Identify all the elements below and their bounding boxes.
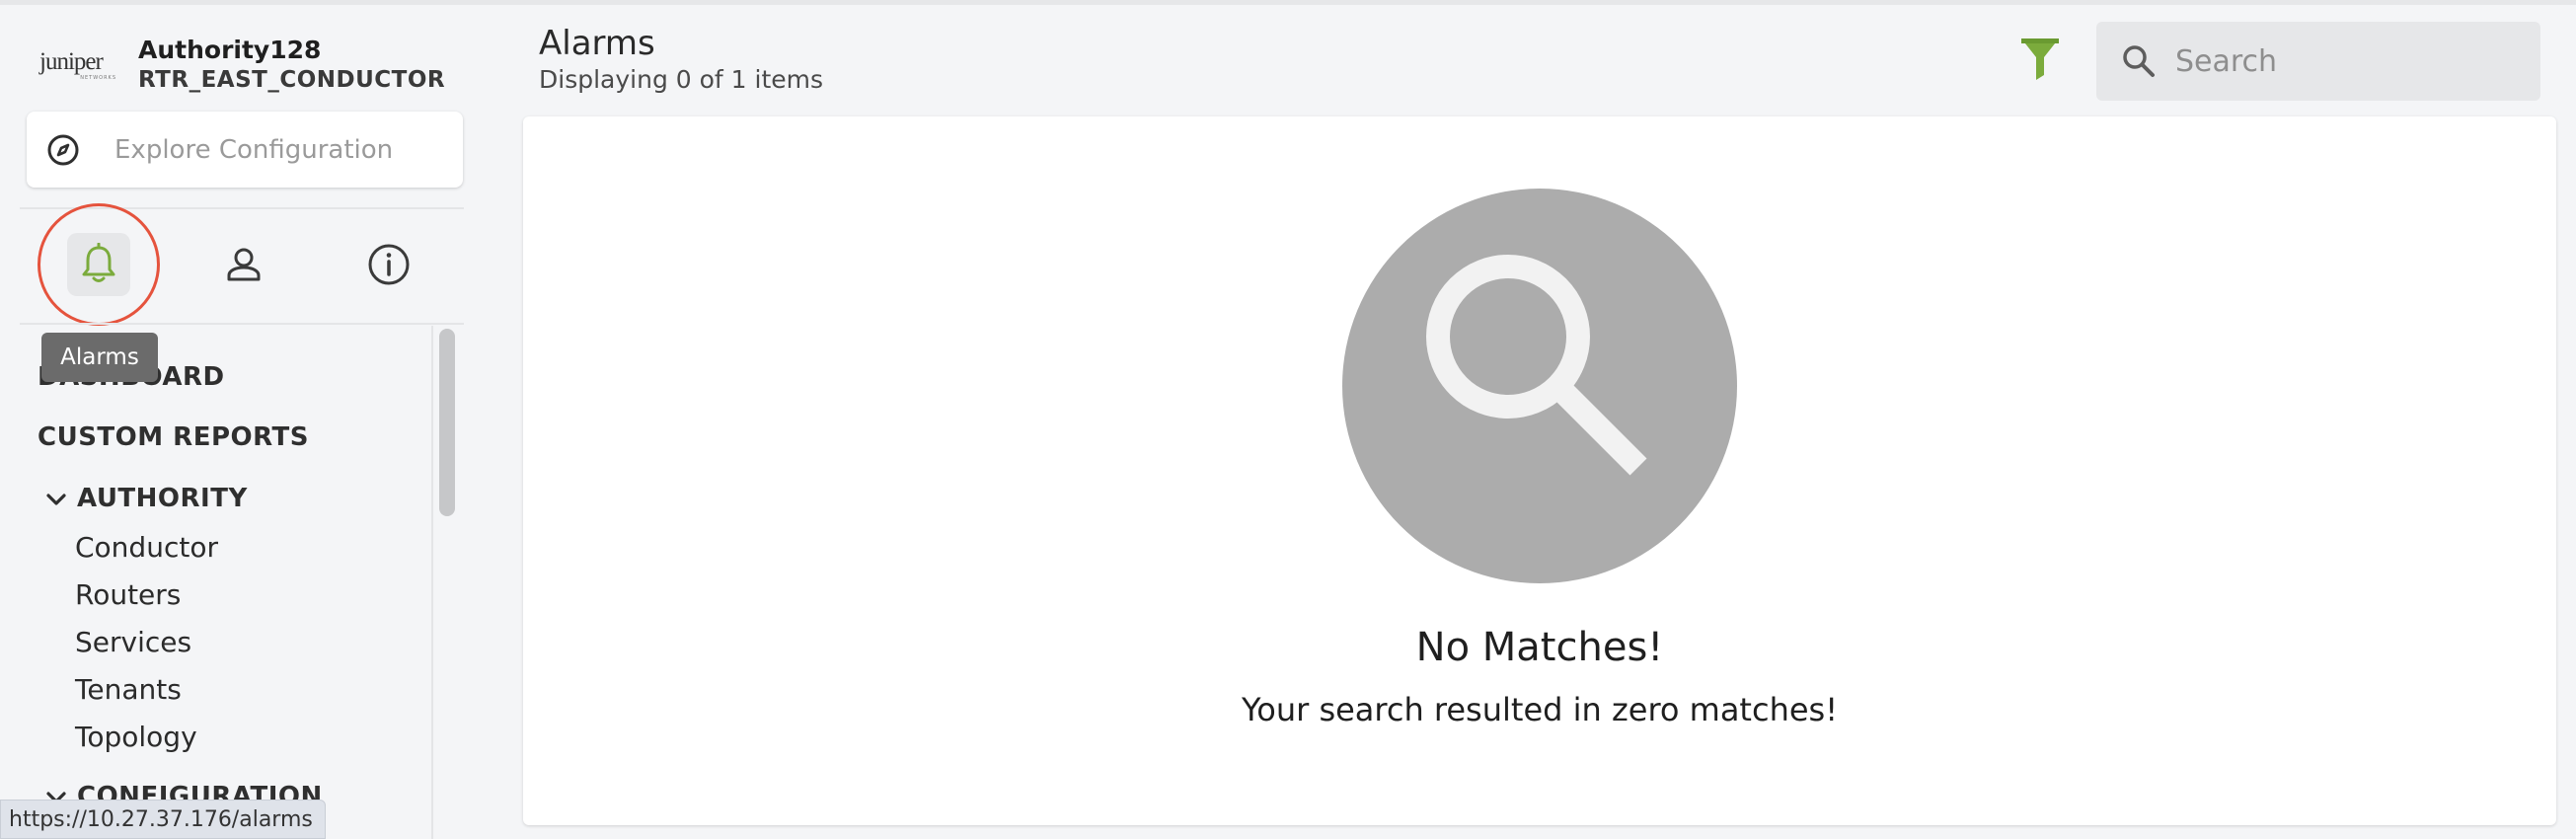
sidebar-scroll-track — [431, 326, 433, 839]
search-box[interactable] — [2096, 22, 2540, 101]
item-count: Displaying 0 of 1 items — [539, 65, 824, 94]
compass-icon — [47, 134, 79, 165]
nav-item-services[interactable]: Services — [75, 626, 191, 658]
nav-item-conductor[interactable]: Conductor — [75, 531, 218, 564]
search-icon — [2123, 45, 2155, 77]
status-url: https://10.27.37.176/alarms — [0, 800, 326, 839]
juniper-logo: JUNIPER NETWORKS — [39, 45, 116, 85]
alarms-tooltip: Alarms — [41, 333, 158, 382]
highlight-ring — [38, 203, 160, 326]
nav-item-tenants[interactable]: Tenants — [75, 673, 182, 706]
authority-name: Authority128 — [138, 36, 322, 64]
filter-icon[interactable] — [2019, 36, 2061, 81]
brand: JUNIPER NETWORKS Authority128 RTR_EAST_C… — [39, 31, 445, 100]
sidebar-nav: DASHBOARD CUSTOM REPORTS AUTHORITY Condu… — [0, 326, 434, 839]
empty-state-message: Your search resulted in zero matches! — [1241, 691, 1839, 728]
node-name: RTR_EAST_CONDUCTOR — [138, 67, 446, 93]
explore-configuration-input[interactable]: Explore Configuration — [27, 112, 463, 188]
results-panel: No Matches! Your search resulted in zero… — [523, 116, 2556, 825]
divider — [20, 323, 464, 325]
info-icon — [368, 244, 410, 285]
info-button[interactable] — [349, 225, 428, 304]
magnifier-icon — [1426, 255, 1647, 476]
nav-custom-reports[interactable]: CUSTOM REPORTS — [38, 422, 309, 452]
sidebar-scrollbar[interactable] — [439, 329, 455, 516]
nav-authority[interactable]: AUTHORITY — [45, 484, 248, 513]
chevron-down-icon — [46, 493, 66, 505]
empty-state-title: No Matches! — [1415, 625, 1664, 670]
user-icon — [227, 248, 261, 281]
logo-wordmark: JUNIPER — [39, 48, 104, 75]
nav-item-routers[interactable]: Routers — [75, 578, 181, 611]
user-button[interactable] — [204, 225, 283, 304]
logo-subtext: NETWORKS — [80, 75, 116, 81]
nav-item-topology[interactable]: Topology — [75, 721, 197, 753]
search-input[interactable] — [2175, 43, 2511, 79]
explore-placeholder: Explore Configuration — [114, 134, 394, 165]
page-title: Alarms — [539, 24, 655, 63]
nav-authority-label: AUTHORITY — [77, 484, 248, 513]
empty-state-graphic — [1342, 189, 1737, 583]
